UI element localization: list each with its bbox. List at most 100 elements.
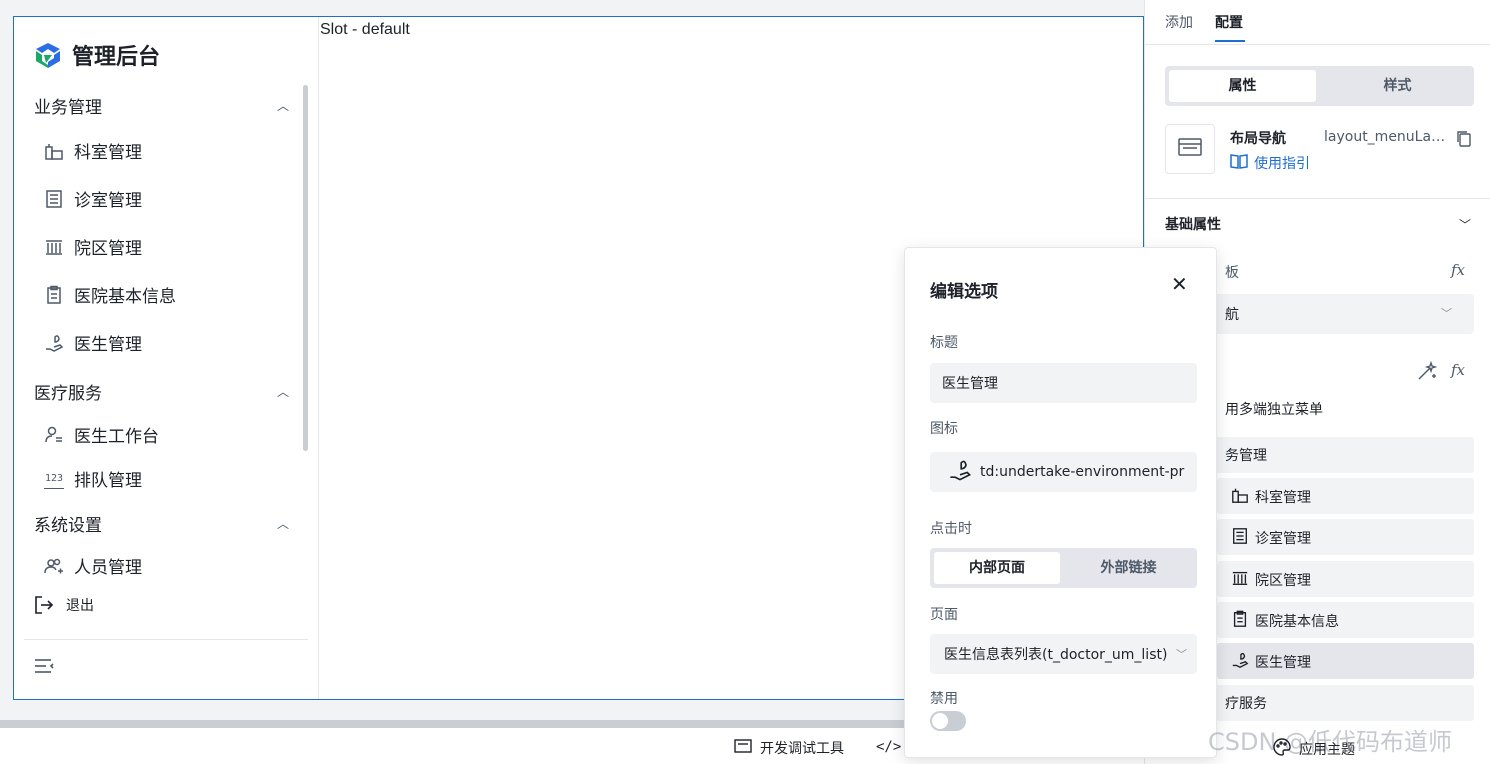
click-action-segmented: 内部页面 外部链接 <box>930 548 1197 588</box>
menu-item-consult-room[interactable]: 诊室管理 <box>44 186 142 211</box>
tree-item-text: 科室管理 <box>1255 490 1311 506</box>
menu-group-medical[interactable]: 医疗服务 ︿ <box>34 379 289 404</box>
building-icon <box>44 141 64 161</box>
chevron-down-icon[interactable]: ﹀ <box>1459 216 1471 233</box>
section-title-basic: 基础属性 <box>1165 217 1221 233</box>
menu-item-doctor[interactable]: 医生管理 <box>44 330 142 355</box>
debug-tools-button[interactable]: 开发调试工具 <box>734 738 844 758</box>
menu-group-system[interactable]: 系统设置 ︿ <box>34 511 289 536</box>
layout-window-icon <box>1178 137 1202 161</box>
clipboard-icon <box>1231 610 1249 632</box>
tab-add[interactable]: 添加 <box>1165 12 1193 32</box>
page-select-value: 医生信息表列表(t_doctor_um_list) <box>944 647 1168 663</box>
menu-item-hospital-info[interactable]: 医院基本信息 <box>44 282 176 307</box>
tree-row-label: 院区管理 <box>1231 569 1311 591</box>
clipboard-icon <box>44 285 64 305</box>
tree-row-label: 疗服务 <box>1225 696 1267 712</box>
segment-properties[interactable]: 属性 <box>1169 70 1316 102</box>
menu-item-label: 医生管理 <box>74 335 142 355</box>
menu-item-label: 诊室管理 <box>74 191 142 211</box>
component-id: layout_menuLayout <box>1324 129 1446 145</box>
menu-item-department[interactable]: 科室管理 <box>44 138 142 163</box>
copy-icon[interactable] <box>1456 130 1472 152</box>
fx-icon[interactable]: fx <box>1451 261 1465 279</box>
menu-item-label: 排队管理 <box>74 471 142 491</box>
menu-scrollbar[interactable] <box>303 85 308 451</box>
hand-care-icon <box>1231 651 1249 673</box>
option-external-link[interactable]: 外部链接 <box>1064 552 1193 584</box>
window-icon <box>734 739 752 757</box>
multi-end-menu-text: 用多端独立菜单 <box>1225 402 1323 418</box>
tree-row-label: 诊室管理 <box>1231 527 1311 549</box>
calculator-icon <box>1231 527 1249 549</box>
tree-row-label: 科室管理 <box>1231 486 1311 508</box>
debug-tools-label: 开发调试工具 <box>760 741 844 757</box>
users-add-icon <box>44 556 64 576</box>
slot-placeholder: Slot - default <box>320 21 410 38</box>
edit-option-popover: 编辑选项 ✕ 标题 医生管理 图标 td:undertake-environme… <box>904 247 1217 758</box>
menu-group-label: 医疗服务 <box>34 384 102 404</box>
logout-label: 退出 <box>66 598 94 614</box>
app-theme-label: 应用主题 <box>1299 742 1355 758</box>
tab-config[interactable]: 配置 <box>1215 12 1243 32</box>
tree-item-text: 医院基本信息 <box>1255 614 1339 630</box>
fx-icon[interactable]: fx <box>1451 361 1465 379</box>
active-tab-indicator <box>1215 40 1245 42</box>
menu-item-label: 科室管理 <box>74 143 142 163</box>
template-select-value: 航 <box>1225 307 1239 323</box>
tree-row-label: 医生管理 <box>1231 651 1311 673</box>
tree-row-label: 务管理 <box>1225 448 1267 464</box>
app-theme-button[interactable]: 应用主题 <box>1273 738 1355 760</box>
tree-item-text: 院区管理 <box>1255 573 1311 589</box>
user-list-icon <box>44 425 64 445</box>
book-icon <box>1230 153 1248 173</box>
component-name: 布局导航 <box>1230 131 1286 147</box>
magic-wand-icon[interactable] <box>1417 360 1438 385</box>
click-field-label: 点击时 <box>930 521 972 537</box>
icon-field-label: 图标 <box>930 421 958 437</box>
menu-divider <box>24 639 308 640</box>
chevron-down-icon: ﹀ <box>1441 307 1452 320</box>
icon-select[interactable]: td:undertake-environment-pr <box>930 452 1197 492</box>
menu-item-staff[interactable]: 人员管理 <box>44 553 142 578</box>
chevron-up-icon: ︿ <box>276 385 289 399</box>
component-icon-box <box>1165 124 1215 174</box>
menu-item-label: 医生工作台 <box>74 427 159 447</box>
usage-guide-link[interactable]: 使用指引 <box>1230 153 1310 173</box>
disabled-field-label: 禁用 <box>930 691 958 707</box>
chevron-up-icon: ︿ <box>276 99 289 113</box>
page-select[interactable]: 医生信息表列表(t_doctor_um_list) ﹀ <box>930 634 1197 674</box>
menu-item-campus[interactable]: 院区管理 <box>44 234 142 259</box>
chevron-down-icon: ﹀ <box>1176 648 1187 661</box>
title-field-label: 标题 <box>930 335 958 351</box>
tree-item-text: 诊室管理 <box>1255 531 1311 547</box>
collapse-menu-icon[interactable] <box>34 657 54 679</box>
menu-group-business[interactable]: 业务管理 ︿ <box>34 93 289 118</box>
app-title: 管理后台 <box>72 45 161 70</box>
title-input-value: 医生管理 <box>942 376 998 392</box>
segment-styles[interactable]: 样式 <box>1325 70 1470 102</box>
logo-icon <box>34 41 62 69</box>
number-123-icon: 123 <box>44 469 64 489</box>
hand-care-icon <box>44 333 64 353</box>
menu-item-label: 人员管理 <box>74 558 142 578</box>
institution-icon <box>1231 569 1249 591</box>
code-icon[interactable]: </> <box>876 739 901 755</box>
menu-item-doctor-workbench[interactable]: 医生工作台 <box>44 422 159 447</box>
tree-row-label: 医院基本信息 <box>1231 610 1339 632</box>
institution-icon <box>44 237 64 257</box>
logout-button[interactable]: 退出 <box>34 595 94 615</box>
building-icon <box>1231 486 1249 508</box>
popover-title: 编辑选项 <box>930 282 998 302</box>
page-field-label: 页面 <box>930 607 958 623</box>
option-internal-page[interactable]: 内部页面 <box>934 552 1060 584</box>
disabled-toggle[interactable] <box>930 711 966 731</box>
section-divider <box>1145 198 1490 199</box>
menu-item-queue[interactable]: 123 排队管理 <box>44 466 142 491</box>
menu-group-label: 系统设置 <box>34 516 102 536</box>
palette-icon <box>1273 738 1291 760</box>
title-input[interactable]: 医生管理 <box>930 363 1197 403</box>
field-label-partial: 板 <box>1225 265 1239 281</box>
tree-item-text: 医生管理 <box>1255 655 1311 671</box>
close-icon[interactable]: ✕ <box>1171 272 1188 296</box>
